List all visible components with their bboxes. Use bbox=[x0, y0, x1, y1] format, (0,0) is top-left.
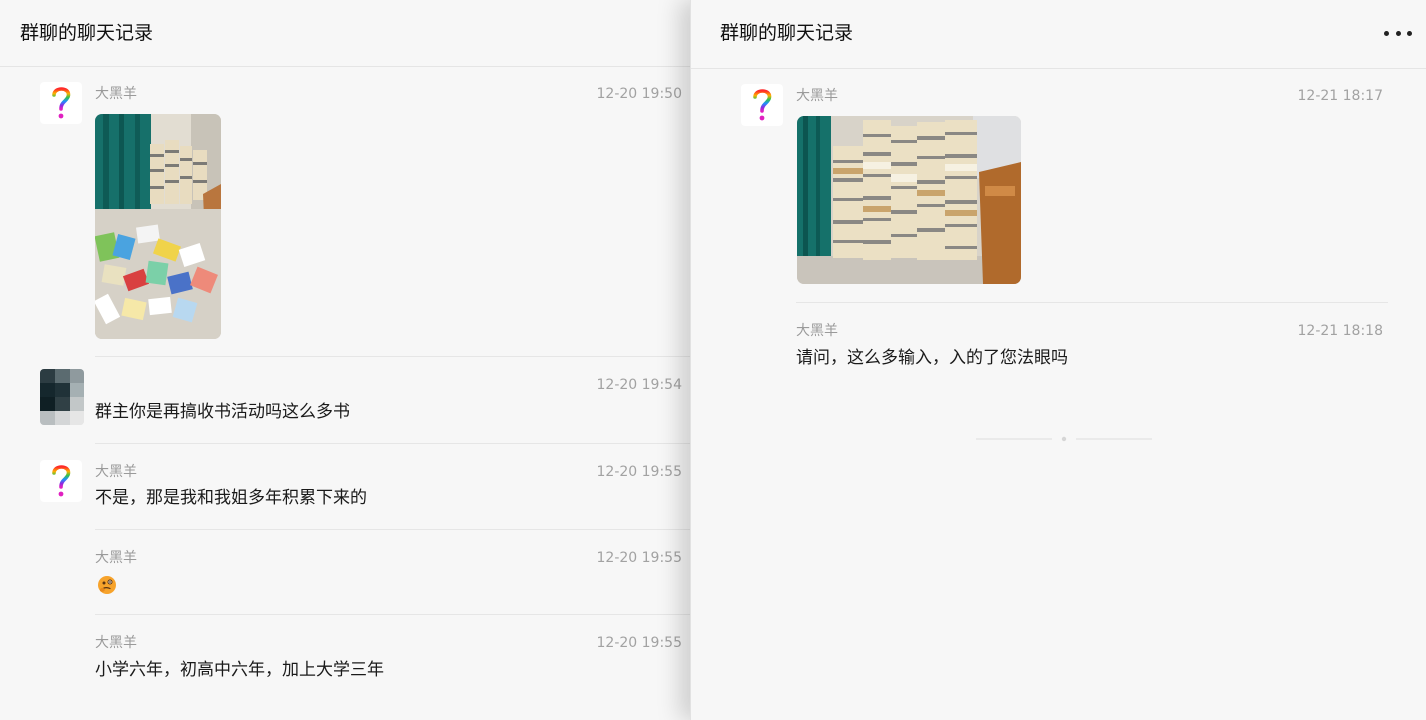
window-title: 群聊的聊天记录 bbox=[20, 22, 154, 44]
more-dot bbox=[1407, 30, 1412, 36]
message-text: 不是，那是我和我姐多年积累下来的 bbox=[95, 488, 367, 508]
message-time: 12-20 19:55 bbox=[596, 550, 682, 566]
sender-name: 大黑羊 bbox=[796, 88, 838, 104]
more-dot bbox=[1384, 30, 1389, 36]
rainbow-question-mark-icon bbox=[52, 465, 71, 497]
end-of-history-marker bbox=[976, 428, 1152, 442]
message-text: 群主你是再搞收书活动吗这么多书 bbox=[95, 402, 350, 422]
avatar[interactable] bbox=[40, 460, 82, 502]
chat-history-window-right: 群聊的聊天记录 大黑羊 12-21 18:17 大黑羊 12-21 18:18 … bbox=[690, 0, 1426, 720]
more-dots-icon[interactable] bbox=[1384, 22, 1412, 44]
message-divider bbox=[95, 443, 695, 444]
avatar[interactable] bbox=[741, 84, 783, 126]
window-header: 群聊的聊天记录 bbox=[0, 0, 700, 67]
message-time: 12-20 19:55 bbox=[596, 464, 682, 480]
thinking-face-icon bbox=[97, 575, 117, 595]
stage: 群聊的聊天记录 大黑羊 12-20 19:50 12-20 19:54 群主你是… bbox=[0, 0, 1426, 720]
window-title: 群聊的聊天记录 bbox=[720, 22, 854, 44]
message-image[interactable] bbox=[95, 114, 221, 339]
sender-name: 大黑羊 bbox=[95, 86, 137, 102]
rainbow-question-mark-icon bbox=[753, 89, 772, 121]
message-divider bbox=[796, 302, 1388, 303]
message-time: 12-20 19:54 bbox=[596, 377, 682, 393]
avatar[interactable] bbox=[40, 369, 84, 425]
pixelated-avatar-icon bbox=[40, 369, 84, 425]
message-time: 12-20 19:50 bbox=[596, 86, 682, 102]
message-time: 12-21 18:17 bbox=[1297, 88, 1383, 104]
message-text: 请问，这么多输入，入的了您法眼吗 bbox=[796, 348, 1068, 368]
rainbow-question-mark-icon bbox=[52, 87, 71, 119]
message-image[interactable] bbox=[797, 116, 1021, 284]
sender-name: 大黑羊 bbox=[95, 464, 137, 480]
sender-name: 大黑羊 bbox=[796, 323, 838, 339]
window-header: 群聊的聊天记录 bbox=[691, 0, 1426, 69]
message-text: 小学六年，初高中六年，加上大学三年 bbox=[95, 660, 384, 680]
sender-name: 大黑羊 bbox=[95, 635, 137, 651]
message-divider bbox=[95, 529, 695, 530]
message-time: 12-20 19:55 bbox=[596, 635, 682, 651]
avatar[interactable] bbox=[40, 82, 82, 124]
sender-name: 大黑羊 bbox=[95, 550, 137, 566]
message-divider bbox=[95, 356, 695, 357]
more-dot bbox=[1395, 30, 1401, 36]
message-time: 12-21 18:18 bbox=[1297, 323, 1383, 339]
message-divider bbox=[95, 614, 695, 615]
chat-history-window-left: 群聊的聊天记录 大黑羊 12-20 19:50 12-20 19:54 群主你是… bbox=[0, 0, 700, 720]
stacked-books-photo bbox=[797, 116, 1021, 284]
books-on-floor-photo bbox=[95, 114, 221, 339]
